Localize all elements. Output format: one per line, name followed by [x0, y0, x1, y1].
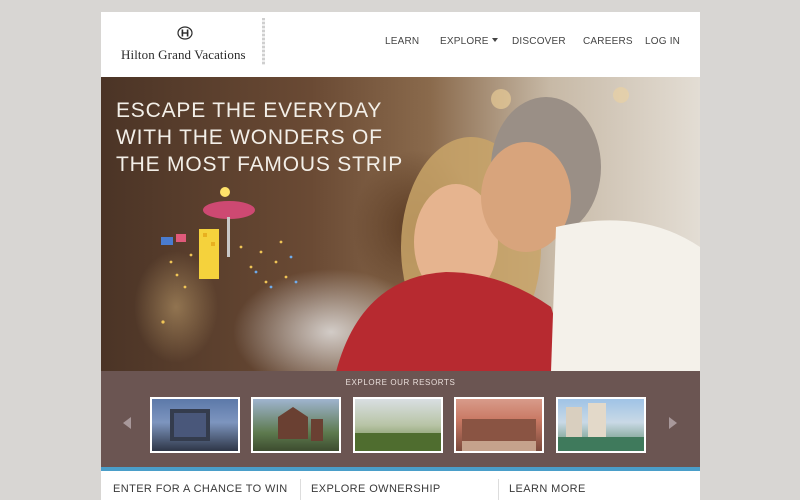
nav-discover-label: DISCOVER [512, 36, 566, 47]
nav-explore[interactable]: EXPLORE [440, 36, 498, 50]
resort-thumbnail[interactable] [353, 397, 443, 453]
column-divider [300, 479, 301, 500]
nav-careers-label: CAREERS [583, 36, 633, 47]
nav-careers[interactable]: CAREERS [583, 36, 633, 50]
resort-thumbnail[interactable] [556, 397, 646, 453]
resorts-carousel: EXPLORE OUR RESORTS [101, 371, 700, 467]
resort-thumbnail[interactable] [150, 397, 240, 453]
resort-photo [278, 407, 323, 441]
hero-banner[interactable]: ESCAPE THE EVERYDAY WITH THE WONDERS OF … [101, 77, 700, 372]
column-enter-to-win[interactable]: ENTER FOR A CHANCE TO WIN [113, 483, 288, 495]
nav-learn[interactable]: LEARN [385, 36, 419, 50]
brand-logo[interactable]: Hilton Grand Vacations [121, 26, 251, 66]
resort-photo [355, 433, 441, 451]
hero-line: THE MOST FAMOUS STRIP [116, 153, 404, 176]
resort-photo [170, 409, 210, 441]
nav-learn-label: LEARN [385, 36, 420, 47]
resort-photo [462, 419, 536, 451]
column-divider [498, 479, 499, 500]
resort-thumbnail[interactable] [454, 397, 544, 453]
carousel-next-arrow-icon[interactable] [669, 417, 677, 429]
nav-login-label: LOG IN [645, 36, 681, 47]
feature-columns: ENTER FOR A CHANCE TO WIN EXPLORE OWNERS… [101, 471, 700, 500]
resort-thumbnail[interactable] [251, 397, 341, 453]
column-learn-more[interactable]: LEARN MORE [509, 483, 586, 495]
page-container: Hilton Grand Vacations LEARN EXPLORE DIS… [101, 12, 700, 500]
nav-explore-label: EXPLORE [440, 36, 489, 47]
hero-line: ESCAPE THE EVERYDAY [116, 99, 383, 122]
nav-login[interactable]: LOG IN [645, 36, 680, 50]
hilton-logo-icon [177, 26, 193, 40]
vegas-skyline-icon [161, 187, 298, 324]
hero-headline: ESCAPE THE EVERYDAY WITH THE WONDERS OF … [116, 97, 404, 178]
hero-line: WITH THE WONDERS OF [116, 126, 383, 149]
column-explore-ownership[interactable]: EXPLORE OWNERSHIP [311, 483, 441, 495]
resort-photo [558, 403, 644, 451]
chevron-down-icon [491, 38, 498, 42]
site-header: Hilton Grand Vacations LEARN EXPLORE DIS… [101, 12, 700, 71]
nav-discover[interactable]: DISCOVER [512, 36, 566, 50]
header-divider [262, 18, 265, 65]
carousel-prev-arrow-icon[interactable] [123, 417, 131, 429]
resorts-title: EXPLORE OUR RESORTS [345, 378, 456, 387]
brand-name: Hilton Grand Vacations [121, 47, 246, 62]
